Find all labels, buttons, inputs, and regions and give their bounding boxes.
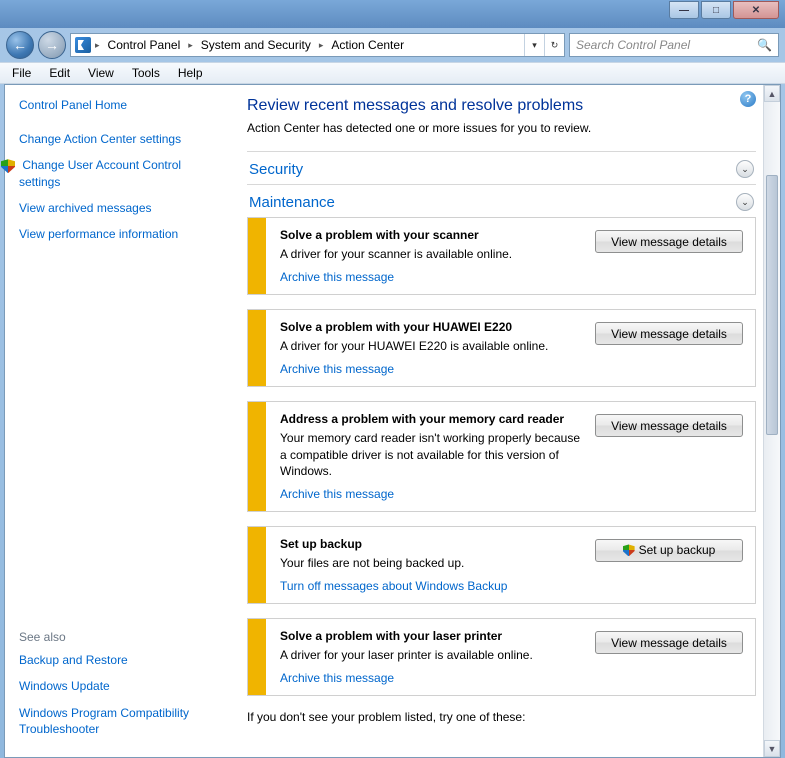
warning-stripe-icon xyxy=(248,310,266,386)
sidebar-performance-link[interactable]: View performance information xyxy=(19,226,213,242)
message-description: A driver for your scanner is available o… xyxy=(280,246,583,262)
message-action-button[interactable]: View message details xyxy=(595,631,743,654)
page-subtitle: Action Center has detected one or more i… xyxy=(247,121,756,135)
message-button-label: View message details xyxy=(611,235,727,249)
message-action-link[interactable]: Turn off messages about Windows Backup xyxy=(280,579,583,593)
message-title: Solve a problem with your laser printer xyxy=(280,629,583,643)
maintenance-section-label: Maintenance xyxy=(249,194,335,211)
menu-tools[interactable]: Tools xyxy=(124,64,168,82)
control-panel-icon xyxy=(75,37,91,53)
message-description: Your files are not being backed up. xyxy=(280,555,583,571)
message-action-link[interactable]: Archive this message xyxy=(280,487,583,501)
message-action-button[interactable]: View message details xyxy=(595,322,743,345)
message-card: Address a problem with your memory card … xyxy=(247,401,756,512)
shield-icon xyxy=(1,159,15,173)
address-dropdown-button[interactable]: ▾ xyxy=(524,34,544,56)
message-button-label: View message details xyxy=(611,419,727,433)
message-card: Solve a problem with your HUAWEI E220 A d… xyxy=(247,309,756,387)
chevron-down-icon: ⌄ xyxy=(736,160,754,178)
sidebar-uac-link[interactable]: Change User Account Control settings xyxy=(19,157,213,189)
scroll-up-arrow-icon[interactable]: ▲ xyxy=(764,85,780,102)
message-action-link[interactable]: Archive this message xyxy=(280,270,583,284)
address-bar[interactable]: ▸ Control Panel ▸ System and Security ▸ … xyxy=(70,33,565,57)
back-button[interactable]: ← xyxy=(6,31,34,59)
seealso-update-link[interactable]: Windows Update xyxy=(19,678,213,694)
message-list: Solve a problem with your scanner A drive… xyxy=(247,217,756,696)
breadcrumb-system-security[interactable]: System and Security xyxy=(197,38,315,52)
message-description: A driver for your laser printer is avail… xyxy=(280,647,583,663)
search-placeholder: Search Control Panel xyxy=(576,38,690,52)
breadcrumb-separator-icon: ▸ xyxy=(186,40,195,51)
message-action-button[interactable]: View message details xyxy=(595,414,743,437)
seealso-backup-link[interactable]: Backup and Restore xyxy=(19,652,213,668)
message-card: Solve a problem with your scanner A drive… xyxy=(247,217,756,295)
message-title: Set up backup xyxy=(280,537,583,551)
breadcrumb-separator-icon: ▸ xyxy=(93,40,102,51)
message-title: Solve a problem with your HUAWEI E220 xyxy=(280,320,583,334)
message-title: Solve a problem with your scanner xyxy=(280,228,583,242)
message-action-button[interactable]: Set up backup xyxy=(595,539,743,562)
sidebar-change-settings-link[interactable]: Change Action Center settings xyxy=(19,131,213,147)
scroll-down-arrow-icon[interactable]: ▼ xyxy=(764,740,780,757)
warning-stripe-icon xyxy=(248,218,266,294)
footer-note: If you don't see your problem listed, tr… xyxy=(247,710,756,724)
message-action-link[interactable]: Archive this message xyxy=(280,671,583,685)
message-button-label: View message details xyxy=(611,327,727,341)
scroll-thumb[interactable] xyxy=(766,175,778,435)
shield-icon xyxy=(623,544,635,556)
maintenance-section-header[interactable]: Maintenance ⌄ xyxy=(247,184,756,217)
menu-file[interactable]: File xyxy=(4,64,39,82)
close-button[interactable]: ✕ xyxy=(733,1,779,19)
search-icon: 🔍 xyxy=(757,38,772,52)
search-input[interactable]: Search Control Panel 🔍 xyxy=(569,33,779,57)
navigation-bar: ← → ▸ Control Panel ▸ System and Securit… xyxy=(0,28,785,62)
menu-bar: File Edit View Tools Help xyxy=(0,62,785,84)
message-button-label: View message details xyxy=(611,636,727,650)
page-title: Review recent messages and resolve probl… xyxy=(247,97,756,115)
sidebar: Control Panel Home Change Action Center … xyxy=(5,85,223,757)
message-card: Solve a problem with your laser printer A… xyxy=(247,618,756,696)
message-button-label: Set up backup xyxy=(639,543,716,557)
seealso-compat-link[interactable]: Windows Program Compatibility Troublesho… xyxy=(19,705,213,737)
minimize-button[interactable]: — xyxy=(669,1,699,19)
help-button[interactable]: ? xyxy=(740,91,756,107)
warning-stripe-icon xyxy=(248,402,266,511)
see-also-section: See also Backup and Restore Windows Upda… xyxy=(19,630,213,747)
security-section-header[interactable]: Security ⌄ xyxy=(247,151,756,184)
message-description: Your memory card reader isn't working pr… xyxy=(280,430,583,479)
sidebar-archived-link[interactable]: View archived messages xyxy=(19,200,213,216)
breadcrumb-action-center[interactable]: Action Center xyxy=(327,38,408,52)
see-also-heading: See also xyxy=(19,630,213,644)
warning-stripe-icon xyxy=(248,619,266,695)
maximize-button[interactable]: □ xyxy=(701,1,731,19)
message-action-link[interactable]: Archive this message xyxy=(280,362,583,376)
forward-button[interactable]: → xyxy=(38,31,66,59)
message-description: A driver for your HUAWEI E220 is availab… xyxy=(280,338,583,354)
warning-stripe-icon xyxy=(248,527,266,603)
scrollbar[interactable]: ▲ ▼ xyxy=(763,85,780,757)
message-card: Set up backup Your files are not being ba… xyxy=(247,526,756,604)
sidebar-home-link[interactable]: Control Panel Home xyxy=(19,97,213,113)
breadcrumb-separator-icon: ▸ xyxy=(317,40,326,51)
message-title: Address a problem with your memory card … xyxy=(280,412,583,426)
window-titlebar: — □ ✕ xyxy=(0,0,785,28)
breadcrumb-control-panel[interactable]: Control Panel xyxy=(104,38,185,52)
menu-help[interactable]: Help xyxy=(170,64,211,82)
chevron-down-icon: ⌄ xyxy=(736,193,754,211)
message-action-button[interactable]: View message details xyxy=(595,230,743,253)
refresh-button[interactable]: ↻ xyxy=(544,34,564,56)
sidebar-uac-label: Change User Account Control settings xyxy=(19,158,181,188)
security-section-label: Security xyxy=(249,161,303,178)
content-pane: ? Review recent messages and resolve pro… xyxy=(223,85,780,757)
menu-edit[interactable]: Edit xyxy=(41,64,78,82)
menu-view[interactable]: View xyxy=(80,64,122,82)
client-area: Control Panel Home Change Action Center … xyxy=(4,84,781,758)
